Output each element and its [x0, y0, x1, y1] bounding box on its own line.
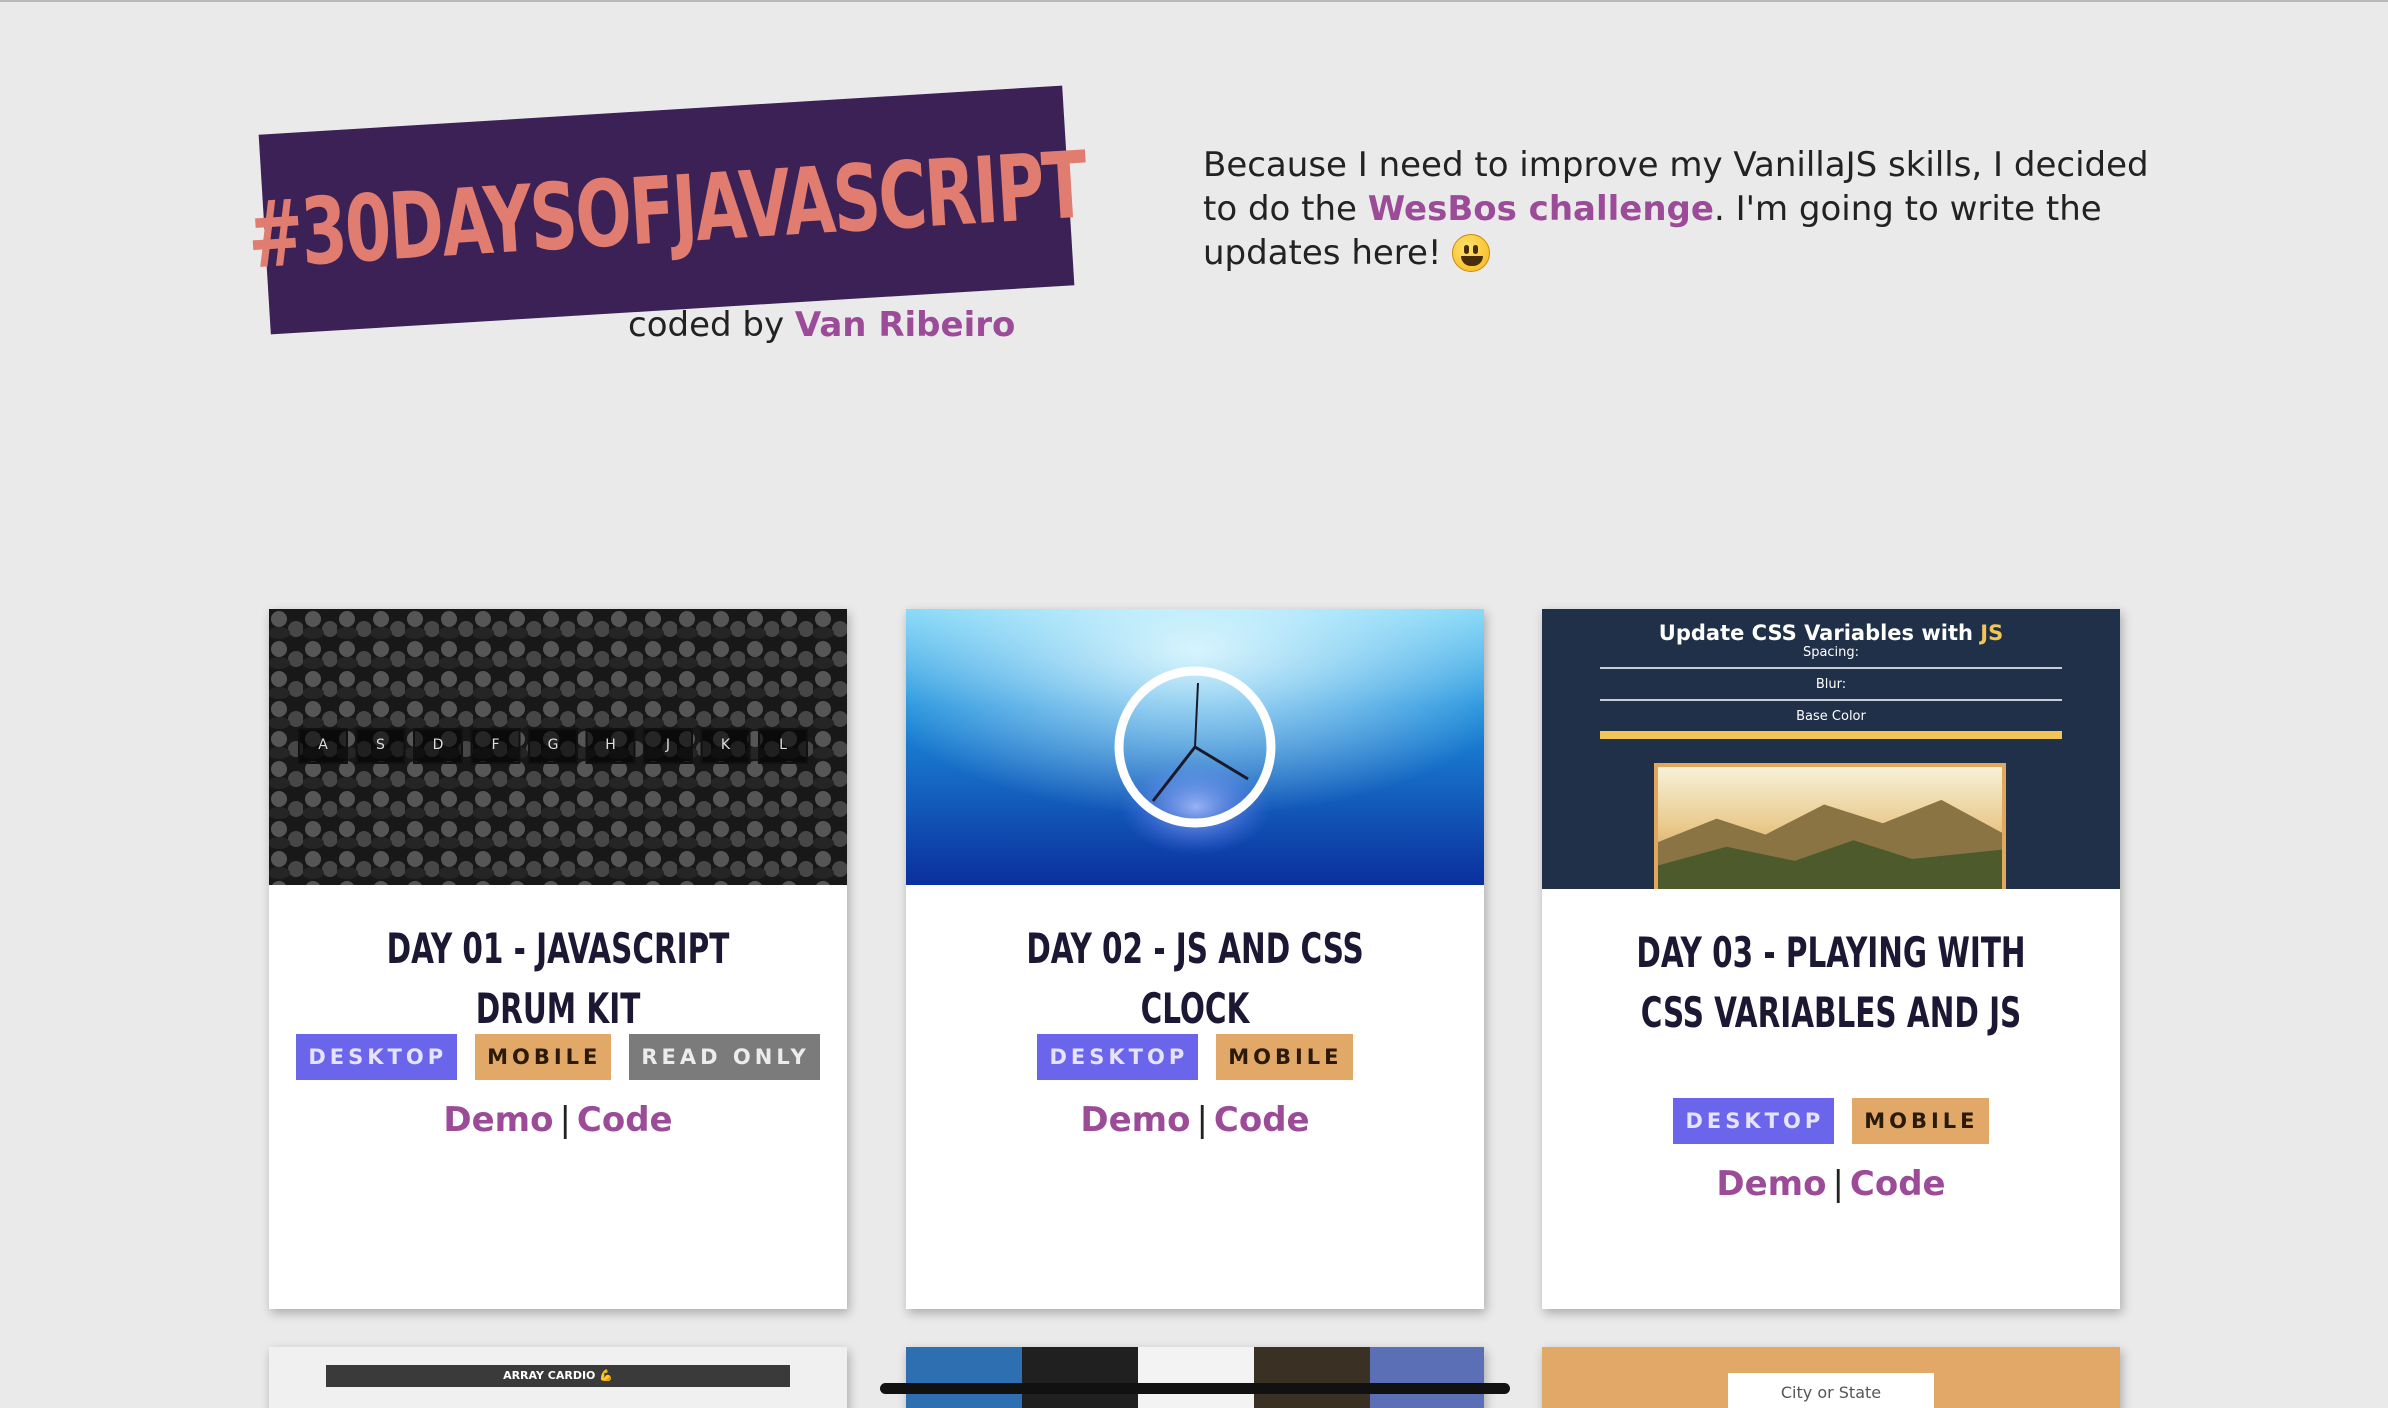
demo-link[interactable]: Demo	[443, 1100, 553, 1140]
card-day-05-partial[interactable]	[906, 1347, 1484, 1408]
tag-list: DESKTOP MOBILE	[906, 1034, 1484, 1080]
city-state-input[interactable]: City or State	[1728, 1373, 1934, 1408]
thumb-blur-slider	[1600, 699, 2062, 701]
tag-desktop: DESKTOP	[1037, 1034, 1199, 1080]
card-day-01: A S D F G H J K L DAY 01 - JAVASCRIPT DRUM KIT D…	[269, 609, 847, 1309]
link-separator: |	[1196, 1100, 1208, 1140]
thumb-base-color-label: Base Color	[1796, 709, 1866, 724]
demo-link[interactable]: Demo	[1716, 1164, 1826, 1204]
code-link[interactable]: Code	[1214, 1100, 1310, 1140]
author-link[interactable]: Van Ribeiro	[795, 305, 1015, 345]
intro-text: Because I need to improve my VanillaJS s…	[1203, 143, 2153, 275]
card-thumbnail-clock[interactable]	[906, 609, 1484, 885]
code-link[interactable]: Code	[1850, 1164, 1946, 1204]
tag-desktop: DESKTOP	[1673, 1098, 1835, 1144]
tag-read-only: READ ONLY	[629, 1034, 820, 1080]
site-banner: #30DAYSOFJAVASCRIPT	[245, 85, 1088, 335]
drum-key-label: K	[721, 737, 731, 753]
card-title: DAY 03 - PLAYING WITH CSS VARIABLES AND …	[1636, 928, 2026, 1037]
drum-key-label: L	[779, 737, 787, 753]
drum-key-label: D	[433, 737, 444, 753]
wesbos-challenge-link[interactable]: WesBos challenge	[1368, 189, 1714, 229]
drum-key-label: J	[665, 737, 670, 753]
thumb-color-bar	[1600, 731, 2062, 739]
tag-mobile: MOBILE	[1216, 1034, 1353, 1080]
tag-mobile: MOBILE	[1852, 1098, 1989, 1144]
drum-key-label: S	[376, 737, 385, 753]
drum-key-label: H	[605, 737, 616, 753]
drum-key-label: F	[491, 737, 499, 753]
tag-desktop: DESKTOP	[296, 1034, 458, 1080]
clock-underwater-image	[906, 609, 1484, 885]
thumb-spacing-label: Spacing:	[1802, 645, 1860, 660]
credit-line: coded by Van Ribeiro	[628, 305, 1015, 345]
drum-key-label: A	[318, 737, 328, 753]
tag-mobile: MOBILE	[475, 1034, 612, 1080]
card-day-03: Update CSS Variables with JS Spacing: Bl…	[1542, 609, 2120, 1309]
card-links: Demo | Code	[906, 1100, 1484, 1140]
thumb-mountain-photo	[1654, 763, 2006, 889]
thumb-blur-label: Blur:	[1815, 677, 1847, 692]
drum-key-label: G	[548, 737, 559, 753]
demo-link[interactable]: Demo	[1080, 1100, 1190, 1140]
thumb-spacing-slider	[1600, 667, 2062, 669]
flex-panels-image	[906, 1347, 1484, 1408]
tag-list: DESKTOP MOBILE	[1542, 1098, 2120, 1144]
card-day-04-partial[interactable]: ARRAY CARDIO 💪	[269, 1347, 847, 1408]
link-separator: |	[1832, 1164, 1844, 1204]
card4-heading: ARRAY CARDIO 💪	[326, 1365, 790, 1387]
drum-kit-crowd-image: ASDFGHJKL	[269, 609, 847, 885]
home-indicator[interactable]	[880, 1383, 1510, 1394]
thumb-heading: Update CSS Variables with JS	[1658, 621, 2004, 645]
card-thumbnail-drum-kit[interactable]: ASDFGHJKL	[269, 609, 847, 885]
credit-prefix: coded by	[628, 305, 785, 345]
card-day-06-partial[interactable]: City or State	[1542, 1347, 2120, 1408]
card-day-02: DAY 02 - JS AND CSS CLOCK DESKTOP MOBILE…	[906, 609, 1484, 1309]
card-links: Demo | Code	[269, 1100, 847, 1140]
top-border	[0, 0, 2388, 2]
code-link[interactable]: Code	[577, 1100, 673, 1140]
tag-list: DESKTOP MOBILE READ ONLY	[269, 1034, 847, 1080]
card-links: Demo | Code	[1542, 1164, 2120, 1204]
card-title: DAY 02 - JS AND CSS CLOCK	[1026, 924, 1364, 1033]
grinning-face-icon	[1452, 234, 1491, 272]
card-thumbnail-css-variables[interactable]: Update CSS Variables with JS Spacing: Bl…	[1542, 609, 2120, 889]
card-title: DAY 01 - JAVASCRIPT DRUM KIT	[386, 924, 730, 1033]
link-separator: |	[559, 1100, 571, 1140]
banner-title: #30DAYSOFJAVASCRIPT	[244, 130, 1089, 290]
